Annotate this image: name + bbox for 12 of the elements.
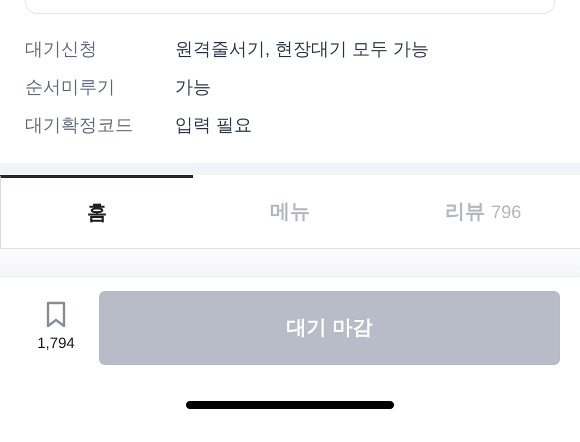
- tab[interactable]: 홈: [0, 175, 193, 248]
- info-value: 입력 필요: [175, 114, 252, 136]
- review-count: 796: [491, 202, 522, 222]
- info-label: 순서미루기: [25, 76, 116, 98]
- info-label: 대기확정코드: [25, 114, 134, 136]
- info-value: 가능: [175, 76, 211, 98]
- bookmark-count: 1,794: [37, 334, 75, 354]
- bookmark-icon[interactable]: [45, 300, 67, 329]
- info-label: 대기신청: [25, 38, 98, 60]
- tab[interactable]: 메뉴: [193, 175, 386, 248]
- tab[interactable]: 리뷰 796: [386, 175, 580, 248]
- info-value: 원격줄서기, 현장대기 모두 가능: [175, 38, 430, 60]
